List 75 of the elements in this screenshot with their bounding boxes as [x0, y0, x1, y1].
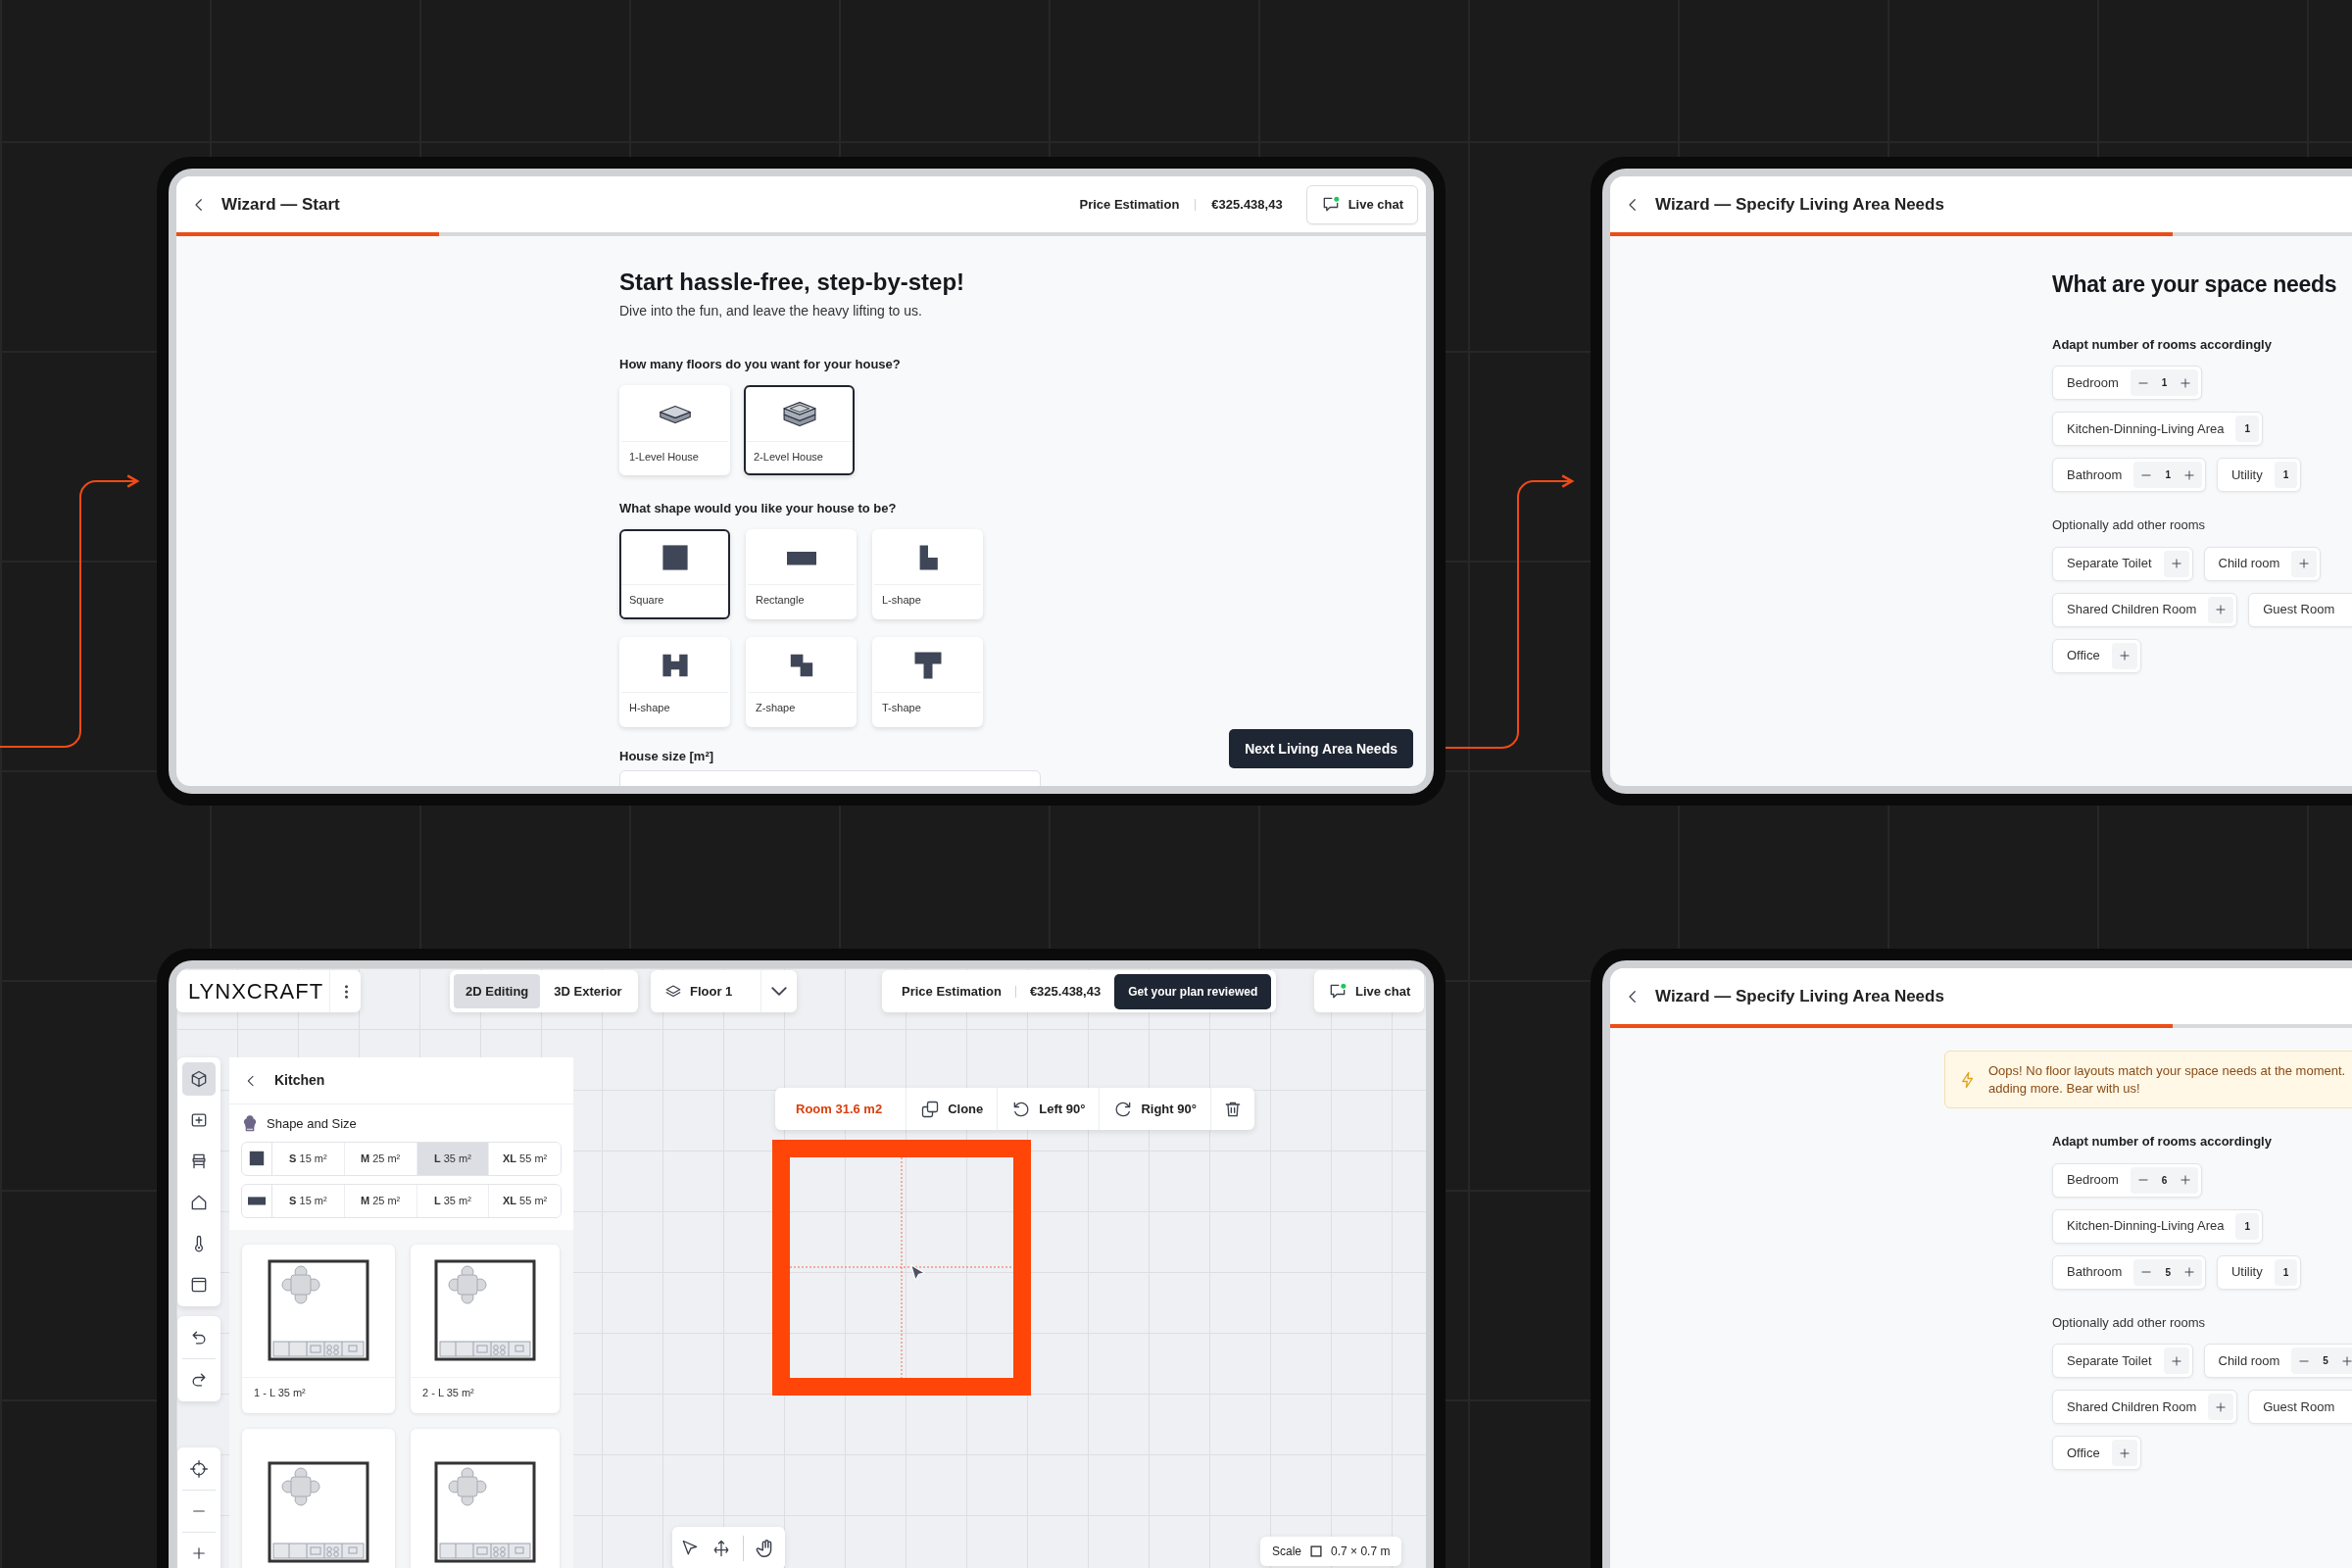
room-name: Utility — [2230, 466, 2264, 484]
floor-option[interactable]: 1-Level House — [619, 385, 730, 476]
mode-tab[interactable]: 3D Exterior — [542, 973, 634, 1009]
shape-option[interactable]: Rectangle — [746, 528, 857, 619]
scale-value: 0.7 × 0.7 m — [1331, 1544, 1391, 1560]
floor-label: Floor 1 — [690, 982, 733, 1001]
layout-card[interactable]: 2 - L 35 m² — [411, 1244, 560, 1413]
price-label: Price Estimation — [1079, 195, 1180, 214]
shape-option[interactable]: H-shape — [619, 636, 730, 727]
price-value: €325.438,43 — [1029, 982, 1102, 1001]
question-label: What shape would you like your house to be? — [619, 500, 897, 518]
layout-card[interactable]: 1 - L 35 m² — [242, 1244, 395, 1413]
room-count: 1 — [2282, 1265, 2289, 1280]
shape-option[interactable]: T-shape — [872, 636, 983, 727]
room-name: Utility — [2230, 1263, 2264, 1282]
room-count: 6 — [2161, 1173, 2168, 1188]
room-count: 1 — [2244, 1219, 2250, 1234]
page-title: Wizard — Specify Living Area Needs — [1655, 193, 1944, 216]
room-name: Bathroom — [2066, 1263, 2124, 1282]
room-name: Office — [2066, 1444, 2101, 1462]
layout-label: 1 - L 35 m² — [253, 1386, 307, 1400]
section-label: Adapt number of rooms accordingly — [2052, 335, 2272, 354]
field-label: House size [m²] — [619, 747, 714, 765]
page-title: Wizard — Start — [221, 193, 340, 216]
room-count: 1 — [2282, 468, 2289, 483]
room-name: Guest Room — [2262, 601, 2336, 619]
scale-label: Scale — [1272, 1544, 1302, 1560]
price-value: €325.438,43 — [1211, 195, 1283, 214]
layout-label: 2 - L 35 m² — [421, 1386, 475, 1400]
floor-dropdown[interactable]: Floor 1 — [651, 970, 797, 1012]
room-count: 1 — [2244, 422, 2250, 437]
shape-option[interactable]: Z-shape — [746, 636, 857, 727]
room-name: Bedroom — [2066, 373, 2120, 392]
room-name: Separate Toilet — [2066, 555, 2153, 573]
room-name: Shared Children Room — [2066, 601, 2198, 619]
room-name: Shared Children Room — [2066, 1397, 2198, 1416]
size-option[interactable]: L 35 m² — [416, 1142, 490, 1175]
room-name: Office — [2066, 647, 2101, 665]
room-name: Separate Toilet — [2066, 1351, 2153, 1370]
price-label: Price Estimation — [902, 982, 1002, 1001]
subheading: Dive into the fun, and leave the heavy lifting to us. — [619, 301, 922, 320]
section-label: Adapt number of rooms accordingly — [2052, 1133, 2272, 1152]
live-chat-button[interactable]: Live chat — [1314, 970, 1425, 1012]
clone-button[interactable]: Clone — [906, 1088, 998, 1130]
question-label: How many floors do you want for your house? — [619, 355, 901, 373]
room-count: 1 — [2165, 468, 2171, 483]
section-title: Shape and Size — [267, 1115, 357, 1133]
heading: Start hassle-free, step-by-step! — [619, 269, 965, 297]
room-name: Child room — [2217, 555, 2281, 573]
alert-message: Oops! No floor layouts match your space needs at the moment. adding more. Bear with us! — [1988, 1062, 2346, 1098]
floor-option[interactable]: 2-Level House — [744, 385, 855, 476]
brand-logo: LYNXCRAFT — [188, 978, 324, 1005]
room-count: 1 — [2161, 376, 2168, 391]
review-button[interactable]: Get your plan reviewed — [1114, 973, 1272, 1009]
heading: What are your space needs — [2052, 271, 2337, 299]
room-name: Bedroom — [2066, 1171, 2120, 1190]
room-name: Guest Room — [2262, 1397, 2336, 1416]
section-label: Optionally add other rooms — [2052, 1313, 2206, 1332]
room-name: Kitchen-Dinning-Living Area — [2066, 1217, 2226, 1236]
room-count: 5 — [2165, 1265, 2171, 1280]
room-name: Bathroom — [2066, 466, 2124, 484]
next-button[interactable]: Next Living Area Needs — [1229, 729, 1413, 768]
panel-title: Kitchen — [274, 1071, 325, 1090]
shape-option[interactable]: Square — [619, 528, 730, 619]
shape-option[interactable]: L-shape — [872, 528, 983, 619]
live-chat-button[interactable]: Live chat — [1305, 184, 1418, 224]
mode-tab[interactable]: 2D Editing — [454, 973, 541, 1009]
rotate-left-button[interactable]: Left 90° — [997, 1088, 1100, 1130]
room-size: Room 31.6 m2 — [795, 1100, 884, 1118]
rotate-right-button[interactable]: Right 90° — [1099, 1088, 1210, 1130]
page-title: Wizard — Specify Living Area Needs — [1655, 985, 1944, 1007]
section-label: Optionally add other rooms — [2052, 516, 2206, 535]
room-count: 5 — [2323, 1354, 2328, 1369]
room-name: Child room — [2217, 1351, 2281, 1370]
room-name: Kitchen-Dinning-Living Area — [2066, 419, 2226, 438]
